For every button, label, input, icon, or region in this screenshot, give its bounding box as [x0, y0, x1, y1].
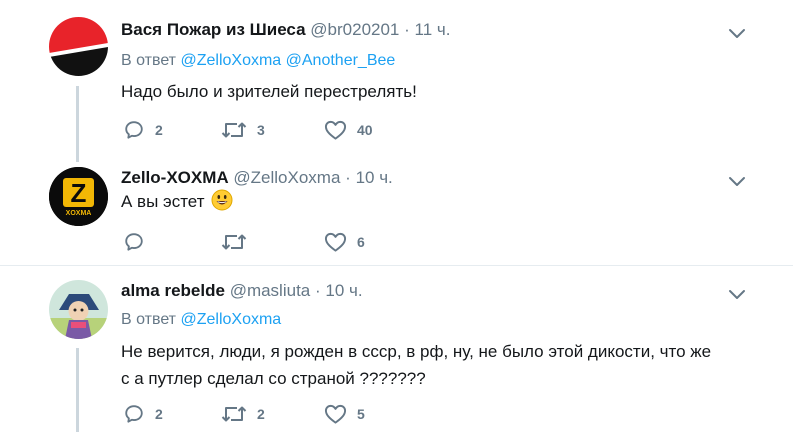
display-name[interactable]: alma rebelde [121, 281, 225, 300]
chevron-down-icon[interactable] [728, 288, 746, 300]
avatar-caption: XOXMA [66, 210, 92, 217]
retweet-count: 3 [257, 122, 265, 138]
separator: · [345, 168, 351, 187]
avatar[interactable]: Z XOXMA [49, 167, 108, 226]
retweet-count: 2 [257, 406, 265, 422]
display-name[interactable]: Вася Пожар из Шиеса [121, 20, 306, 39]
timestamp[interactable]: 10 ч. [356, 168, 393, 187]
tweet-header: alma rebelde @masliuta · 10 ч. [121, 281, 363, 301]
tweet-text: А вы эстет [121, 188, 233, 215]
like-button[interactable]: 6 [324, 230, 365, 254]
tweet-text-line: Не верится, люди, я рожден в ссср, в рф,… [121, 342, 712, 361]
like-count: 5 [357, 406, 365, 422]
like-count: 6 [357, 234, 365, 250]
avatar-logo: Z [71, 178, 87, 208]
like-icon [324, 232, 347, 252]
reply-icon [125, 233, 143, 251]
reply-prefix: В ответ [121, 52, 177, 69]
reply-count: 2 [155, 122, 163, 138]
tweet-text-line: с а путлер сделал со страной ??????? [121, 369, 426, 388]
tweet[interactable]: Z XOXMA Zello-XOXMA @ZelloXoxma · 10 ч. … [0, 162, 793, 266]
tweet-header: Zello-XOXMA @ZelloXoxma · 10 ч. [121, 168, 393, 188]
tweet-text-content: А вы эстет [121, 192, 205, 211]
timestamp[interactable]: 11 ч. [415, 20, 451, 39]
like-button[interactable]: 5 [324, 402, 365, 426]
tweet[interactable]: Вася Пожар из Шиеса @br020201 · 11 ч. В … [0, 0, 793, 162]
reply-icon [125, 405, 143, 423]
retweet-icon [221, 122, 247, 138]
retweet-icon [221, 234, 247, 250]
avatar[interactable] [49, 280, 108, 339]
avatar[interactable] [49, 17, 108, 76]
reply-context: В ответ @ZelloXoxma [121, 310, 281, 330]
separator: · [314, 281, 321, 300]
mention-link[interactable]: @Another_Bee [286, 52, 396, 69]
display-name[interactable]: Zello-XOXMA [121, 168, 229, 187]
reply-button[interactable] [123, 230, 155, 254]
retweet-button[interactable]: 3 [221, 118, 265, 142]
like-icon [324, 120, 347, 140]
user-handle[interactable]: @ZelloXoxma [233, 168, 340, 187]
tweet[interactable]: alma rebelde @masliuta · 10 ч. В ответ @… [0, 266, 793, 432]
thread-line [76, 348, 79, 432]
thread-line [76, 86, 79, 162]
like-icon [324, 404, 347, 424]
retweet-button[interactable]: 2 [221, 402, 265, 426]
retweet-button[interactable] [221, 230, 257, 254]
reply-context: В ответ @ZelloXoxma @Another_Bee [121, 51, 395, 71]
like-count: 40 [357, 122, 373, 138]
separator: · [404, 20, 410, 39]
timestamp[interactable]: 10 ч. [325, 281, 362, 300]
mention-link[interactable]: @ZelloXoxma [180, 311, 281, 328]
user-handle[interactable]: @br020201 [310, 20, 399, 39]
tweet-text: Надо было и зрителей перестрелять! [121, 78, 417, 105]
user-handle[interactable]: @masliuta [230, 281, 311, 300]
reply-count: 2 [155, 406, 163, 422]
tweet-header: Вася Пожар из Шиеса @br020201 · 11 ч. [121, 20, 450, 40]
retweet-icon [221, 406, 247, 422]
reply-button[interactable]: 2 [123, 402, 163, 426]
chevron-down-icon[interactable] [728, 27, 746, 39]
chevron-down-icon[interactable] [728, 175, 746, 187]
reply-button[interactable]: 2 [123, 118, 163, 142]
tweet-text-content: Надо было и зрителей перестрелять! [121, 82, 417, 101]
mention-link[interactable]: @ZelloXoxma [180, 52, 281, 69]
reply-prefix: В ответ [121, 311, 177, 328]
reply-icon [125, 121, 143, 139]
like-button[interactable]: 40 [324, 118, 373, 142]
smiling-face-emoji [211, 189, 233, 211]
tweet-text: Не верится, люди, я рожден в ссср, в рф,… [121, 338, 741, 392]
